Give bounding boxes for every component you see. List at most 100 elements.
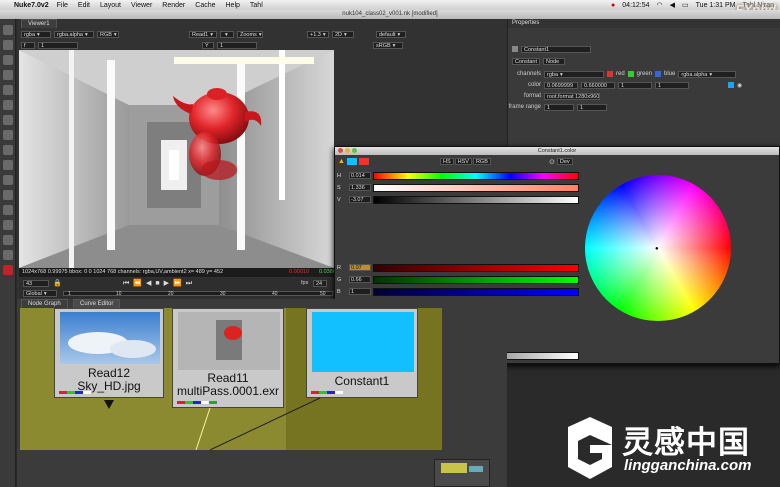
- color-a-field[interactable]: 1: [655, 81, 689, 89]
- viewer-lut-dropdown[interactable]: default: [376, 30, 406, 38]
- hue-value[interactable]: 0.014: [349, 172, 371, 179]
- transform-tool-icon[interactable]: [2, 145, 13, 155]
- previous-color-swatch[interactable]: [358, 158, 369, 165]
- value-value[interactable]: -3.07: [349, 196, 371, 203]
- record-icon[interactable]: ●: [611, 2, 615, 9]
- frame-range-dropdown[interactable]: Global: [23, 290, 57, 297]
- color-wheel-icon[interactable]: ◉: [737, 82, 742, 89]
- battery-icon[interactable]: ▭: [682, 1, 689, 9]
- blue-value[interactable]: 1: [349, 288, 371, 295]
- color-dev-button[interactable]: Dev: [556, 158, 573, 165]
- keyer-tool-icon[interactable]: [2, 115, 13, 125]
- viewer-input-a-dropdown[interactable]: Read1: [189, 30, 217, 38]
- time-tool-icon[interactable]: [2, 55, 13, 65]
- tab-viewer1[interactable]: Viewer1: [21, 19, 57, 28]
- color-r-field[interactable]: 0.0699999: [544, 81, 578, 89]
- red-value[interactable]: 0.07: [349, 264, 371, 271]
- play-icon[interactable]: ▶: [164, 280, 173, 287]
- value-slider[interactable]: [373, 195, 579, 204]
- saturation-value[interactable]: 1.336: [349, 184, 371, 191]
- color-tool-icon[interactable]: [2, 85, 13, 95]
- frame-range-start[interactable]: 1: [544, 103, 574, 111]
- play-back-icon[interactable]: ◀: [146, 280, 155, 287]
- alpha-channel-dropdown[interactable]: rgba.alpha: [678, 70, 737, 78]
- blue-slider[interactable]: [373, 287, 579, 296]
- timeline-slider[interactable]: 1 10 20 30 40 50: [63, 291, 333, 297]
- red-checkbox[interactable]: [607, 71, 613, 77]
- red-slider[interactable]: [373, 263, 579, 272]
- stop-icon[interactable]: ■: [155, 280, 163, 287]
- menu-viewer[interactable]: Viewer: [131, 2, 152, 9]
- color-swatch[interactable]: [728, 82, 734, 88]
- eyedropper-icon[interactable]: ⊙: [549, 158, 555, 166]
- menu-layout[interactable]: Layout: [100, 2, 121, 9]
- mode-rgb-button[interactable]: RGB: [472, 158, 491, 165]
- tab-node-graph[interactable]: Node Graph: [21, 299, 68, 308]
- filter-tool-icon[interactable]: [2, 100, 13, 110]
- read11-pipe[interactable]: [195, 407, 211, 450]
- current-color-swatch[interactable]: [346, 158, 357, 165]
- viewer-input-b-dropdown[interactable]: Zooms: [237, 30, 263, 38]
- viewer-channels-dropdown[interactable]: rgba: [21, 30, 51, 38]
- menubar-clock[interactable]: Tue 1:31 PM: [696, 2, 736, 9]
- image-tool-icon[interactable]: [2, 25, 13, 35]
- minimize-window-icon[interactable]: [345, 148, 350, 153]
- merge-tool-icon[interactable]: [2, 130, 13, 140]
- last-frame-icon[interactable]: ⏭: [186, 280, 196, 287]
- fps-field[interactable]: 24: [313, 280, 327, 287]
- viewer-gamma-field[interactable]: 1: [217, 41, 257, 49]
- metadata-tool-icon[interactable]: [2, 190, 13, 200]
- viewer-2d-dropdown[interactable]: 2D: [332, 30, 354, 38]
- viewer-gain-field[interactable]: 1: [38, 41, 78, 49]
- first-frame-icon[interactable]: ⏮: [123, 280, 133, 287]
- green-slider[interactable]: [373, 275, 579, 284]
- 3d-tool-icon[interactable]: [2, 160, 13, 170]
- green-value[interactable]: 0.66: [349, 276, 371, 283]
- frame-range-end[interactable]: 1: [577, 103, 607, 111]
- furnace-tool-icon[interactable]: [2, 235, 13, 245]
- views-tool-icon[interactable]: [2, 175, 13, 185]
- close-window-icon[interactable]: [338, 148, 343, 153]
- constant1-pipe[interactable]: [209, 397, 321, 450]
- mode-hs-button[interactable]: HS: [440, 158, 454, 165]
- channels-dropdown[interactable]: rgba: [544, 70, 604, 78]
- lock-icon[interactable]: 🔒: [53, 279, 62, 287]
- color-b-field[interactable]: 1: [618, 81, 652, 89]
- hue-slider[interactable]: [373, 171, 579, 180]
- viewer-zoom-dropdown[interactable]: +1.3: [307, 30, 329, 38]
- node-graph-canvas[interactable]: Read12 Sky_HD.jpg Read11 multiPass.0001.…: [20, 308, 442, 450]
- color-wheel-cursor[interactable]: ●: [655, 246, 659, 252]
- volume-icon[interactable]: ◀: [670, 1, 675, 9]
- next-key-icon[interactable]: ⏩: [173, 280, 186, 287]
- mode-hsv-button[interactable]: HSV: [454, 158, 472, 165]
- tab-node[interactable]: Node: [543, 57, 565, 65]
- menu-file[interactable]: File: [57, 2, 68, 9]
- menu-cache[interactable]: Cache: [195, 2, 215, 9]
- viewer-viewport[interactable]: [19, 50, 334, 268]
- channel-tool-icon[interactable]: [2, 70, 13, 80]
- current-frame-field[interactable]: 43: [23, 280, 49, 287]
- wifi-icon[interactable]: ◠: [657, 1, 663, 9]
- tab-curve-editor[interactable]: Curve Editor: [73, 299, 121, 308]
- nuke-logo-icon[interactable]: [2, 265, 13, 275]
- node-name-field[interactable]: Constant1: [521, 45, 591, 53]
- viewer-colorspace-dropdown[interactable]: sRGB: [373, 41, 403, 49]
- draw-tool-icon[interactable]: [2, 40, 13, 50]
- viewer-wipe-dropdown[interactable]: [220, 30, 234, 38]
- tab-constant[interactable]: Constant: [512, 57, 540, 65]
- color-g-field[interactable]: 0.660000: [581, 81, 615, 89]
- menu-render[interactable]: Render: [162, 2, 185, 9]
- viewer-alpha-dropdown[interactable]: rgba.alpha: [54, 30, 94, 38]
- plugins-tool-icon[interactable]: [2, 250, 13, 260]
- green-checkbox[interactable]: [627, 71, 634, 77]
- other-tool-icon[interactable]: [2, 220, 13, 230]
- viewer-display-dropdown[interactable]: RGB: [97, 30, 119, 38]
- menu-help[interactable]: Help: [226, 2, 240, 9]
- color-wheel-handle[interactable]: ○: [721, 245, 725, 252]
- saturation-slider[interactable]: [373, 183, 579, 192]
- prev-key-icon[interactable]: ⏪: [133, 280, 146, 287]
- zoom-window-icon[interactable]: [352, 148, 357, 153]
- format-dropdown[interactable]: root.format 1280x960: [544, 92, 600, 100]
- toolsets-tool-icon[interactable]: [2, 205, 13, 215]
- blue-checkbox[interactable]: [655, 71, 662, 77]
